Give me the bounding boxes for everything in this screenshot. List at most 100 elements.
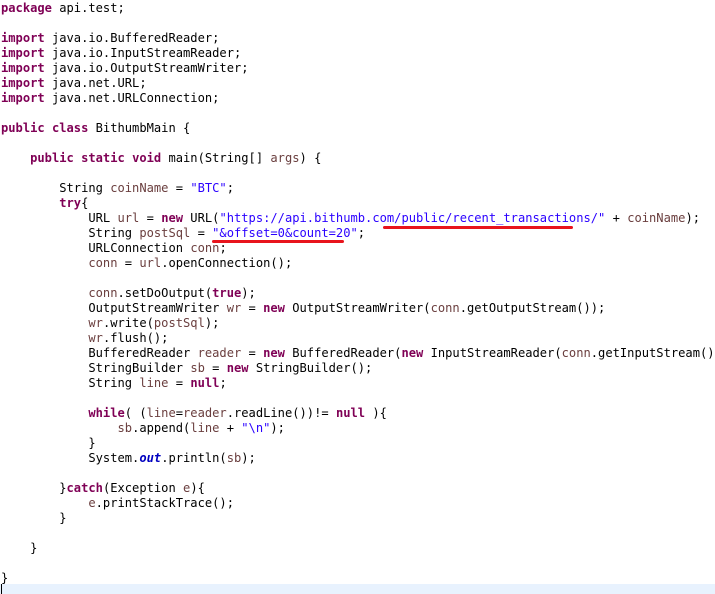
code-token-keyword: new (401, 346, 424, 360)
code-line[interactable]: String line = null; (1, 376, 227, 391)
code-token-plain: = (204, 361, 227, 375)
code-line[interactable]: OutputStreamWriter wr = new OutputStream… (1, 301, 605, 316)
code-line[interactable]: e.printStackTrace(); (1, 496, 234, 511)
code-line[interactable]: StringBuilder sb = new StringBuilder(); (1, 361, 372, 376)
code-token-plain: .readLine())!= (226, 406, 336, 420)
code-token-keyword: catch (66, 481, 103, 495)
code-token-plain: .printStackTrace(); (95, 496, 234, 510)
code-token-plain: { (81, 196, 89, 210)
code-line[interactable]: }catch(Exception e){ (1, 481, 205, 496)
code-line[interactable]: System.out.println(sb); (1, 451, 255, 466)
code-token-keyword: import (1, 61, 45, 75)
code-token-plain: } (1, 436, 96, 450)
code-token-plain: BufferedReader( (284, 346, 402, 360)
code-token-plain: .write( (102, 316, 154, 330)
code-token-plain: java.io.BufferedReader; (44, 31, 220, 45)
code-line[interactable]: conn.setDoOutput(true); (1, 286, 255, 301)
code-line[interactable]: while( (line=reader.readLine())!= null )… (1, 406, 387, 421)
code-line[interactable]: URL url = new URL("https://api.bithumb.c… (1, 211, 700, 226)
code-token-local: line (190, 421, 220, 435)
code-token-keyword: new (263, 346, 285, 360)
code-token-string: "&offset=0&count=20" (212, 226, 358, 240)
code-line[interactable]: conn = url.openConnection(); (1, 256, 292, 271)
code-line[interactable]: import java.io.OutputStreamWriter; (1, 61, 249, 76)
code-token-plain: .getInputStream())); (590, 346, 715, 360)
code-line[interactable]: import java.io.BufferedReader; (1, 31, 219, 46)
code-token-local: coinName (110, 181, 169, 195)
code-token-local: sb (190, 361, 205, 375)
text-cursor (1, 584, 2, 594)
code-token-string: "BTC" (190, 181, 227, 195)
code-line[interactable]: URLConnection conn; (1, 241, 226, 256)
code-token-plain: ); (270, 421, 285, 435)
code-token-plain: = (241, 346, 264, 360)
code-token-plain: ){ (365, 406, 387, 420)
code-token-local: reader (183, 406, 227, 420)
code-token-local: postSql (153, 316, 205, 330)
code-token-plain: } (1, 511, 67, 525)
code-token-plain: (Exception (102, 481, 184, 495)
code-token-plain: ; (226, 181, 234, 195)
code-token-plain: java.net.URLConnection; (44, 91, 220, 105)
code-line[interactable]: wr.write(postSql); (1, 316, 219, 331)
code-line[interactable]: import java.net.URL; (1, 76, 147, 91)
code-token-plain: .getOutputStream()); (459, 301, 606, 315)
code-token-plain: String (1, 376, 140, 390)
code-token-keyword: void (132, 151, 162, 165)
code-token-local: line (146, 406, 176, 420)
code-token-plain: .openConnection(); (161, 256, 293, 270)
code-token-plain: String (1, 181, 111, 195)
code-token-plain: OutputStreamWriter( (284, 301, 431, 315)
code-token-plain: URL (1, 211, 118, 225)
code-token-keyword: null (335, 406, 366, 420)
code-token-string: "\n" (241, 421, 271, 435)
code-token-keyword: import (1, 76, 45, 90)
code-line[interactable]: BufferedReader reader = new BufferedRead… (1, 346, 715, 361)
code-token-plain: .flush(); (102, 331, 169, 345)
code-token-plain: } (1, 571, 9, 585)
code-token-plain: } (1, 481, 67, 495)
code-token-plain: OutputStreamWriter (1, 301, 227, 315)
code-token-plain: ; (219, 376, 227, 390)
code-line[interactable]: } (1, 436, 96, 451)
code-line[interactable]: import java.net.URLConnection; (1, 91, 219, 106)
code-token-plain: ) { (299, 151, 322, 165)
code-line[interactable]: public class BithumbMain { (1, 121, 190, 136)
code-token-local: url (117, 211, 140, 225)
code-line[interactable]: } (1, 541, 37, 556)
code-token-plain: ){ (190, 481, 205, 495)
code-line[interactable]: String postSql = "&offset=0&count=20"; (1, 226, 365, 241)
code-line[interactable]: } (1, 511, 67, 526)
code-token-plain: ); (204, 316, 220, 330)
code-token-keyword: while (88, 406, 125, 420)
code-token-plain: java.io.OutputStreamWriter; (44, 61, 249, 75)
code-token-plain: = (168, 181, 191, 195)
code-editor[interactable]: package api.test; import java.io.Buffered… (0, 0, 715, 594)
code-token-keyword: static (81, 151, 125, 165)
code-token-keyword: public (1, 121, 45, 135)
code-token-local: reader (197, 346, 242, 360)
code-line[interactable]: sb.append(line + "\n"); (1, 421, 285, 436)
code-token-local: coinName (627, 211, 686, 225)
code-line[interactable]: public static void main(String[] args) { (1, 151, 321, 166)
code-token-plain: ; (357, 226, 366, 240)
code-token-local: wr (88, 316, 103, 330)
code-line[interactable]: import java.io.InputStreamReader; (1, 46, 241, 61)
code-line[interactable]: wr.flush(); (1, 331, 168, 346)
code-token-keyword: new (263, 301, 285, 315)
code-line[interactable]: String coinName = "BTC"; (1, 181, 234, 196)
code-token-local: sb (117, 421, 133, 435)
url-underline-annotation (383, 226, 573, 229)
code-line[interactable]: package api.test; (1, 1, 125, 16)
code-line[interactable]: try{ (1, 196, 88, 211)
